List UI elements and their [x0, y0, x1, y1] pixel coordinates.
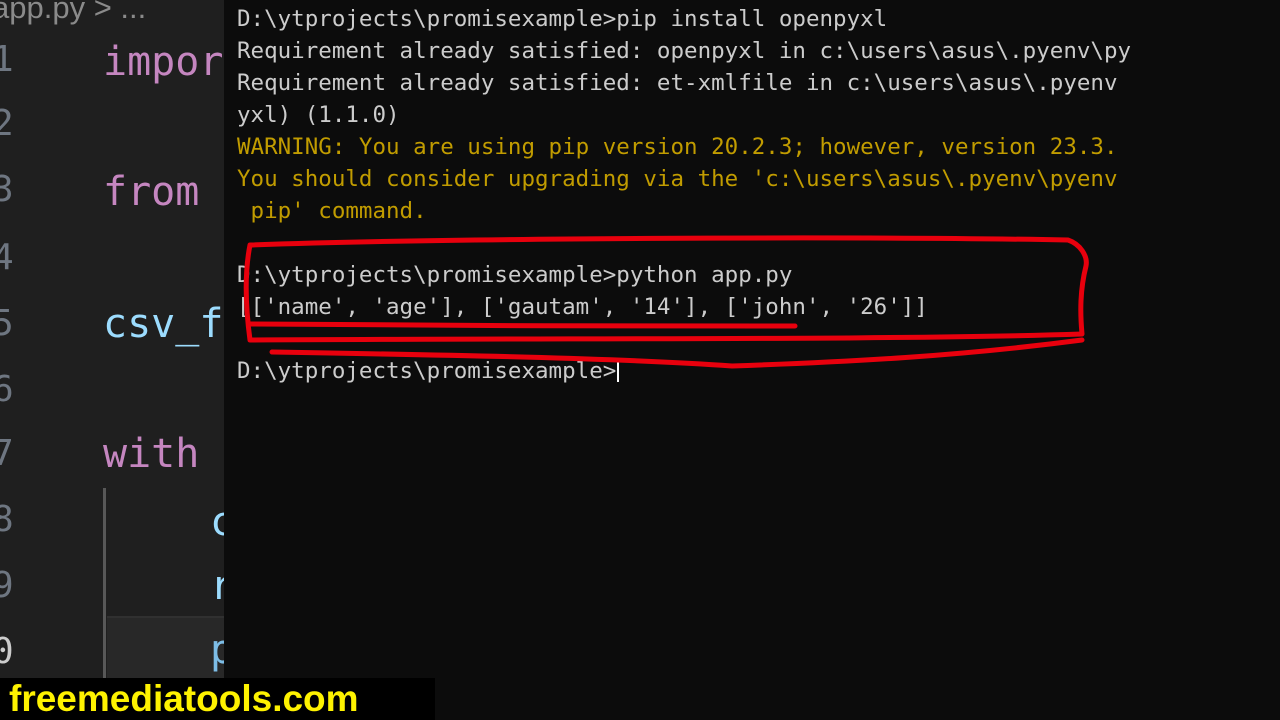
line-number: 6 [0, 369, 14, 410]
terminal-output-line: [['name', 'age'], ['gautam', '14'], ['jo… [237, 294, 928, 320]
terminal-window[interactable]: D:\ytprojects\promisexample>pip install … [224, 0, 1280, 720]
terminal-line: Requirement already satisfied: openpyxl … [237, 38, 1132, 64]
line-number: 1 [0, 39, 14, 80]
code-line[interactable]: p [210, 630, 224, 670]
line-number: 7 [0, 433, 14, 474]
terminal-line: Requirement already satisfied: et-xmlfil… [237, 70, 1118, 96]
editor-breadcrumb[interactable]: app.py > ... [0, 0, 146, 26]
watermark-text: freemediatools.com [9, 678, 359, 719]
code-line[interactable]: c [210, 502, 224, 542]
terminal-prompt: D:\ytprojects\promisexample> [237, 358, 617, 384]
line-number: 8 [0, 499, 14, 540]
indent-guide [103, 488, 106, 678]
terminal-command-line: D:\ytprojects\promisexample>python app.p… [237, 262, 793, 288]
screen: app.py > ... 1 2 3 4 5 6 7 8 9 0 impor f… [0, 0, 1280, 720]
line-number: 5 [0, 303, 14, 344]
terminal-prompt-line[interactable]: D:\ytprojects\promisexample> [237, 355, 620, 387]
line-number: 9 [0, 565, 14, 606]
line-number: 3 [0, 169, 14, 210]
terminal-warning-line: You should consider upgrading via the 'c… [237, 166, 1118, 192]
line-number: 2 [0, 103, 14, 144]
terminal-warning-line: WARNING: You are using pip version 20.2.… [237, 134, 1118, 160]
code-line[interactable]: r [210, 566, 224, 606]
line-number-current: 0 [0, 631, 14, 672]
code-line[interactable]: with [103, 434, 199, 474]
line-number: 4 [0, 237, 14, 278]
terminal-warning-line: pip' command. [237, 198, 427, 224]
watermark-banner: freemediatools.com [0, 678, 435, 720]
current-line-highlight [107, 616, 224, 680]
code-line[interactable]: impor [103, 42, 223, 82]
terminal-line: D:\ytprojects\promisexample>pip install … [237, 6, 888, 32]
code-editor[interactable]: app.py > ... 1 2 3 4 5 6 7 8 9 0 impor f… [0, 0, 224, 720]
text-cursor [617, 358, 620, 382]
terminal-line: yxl) (1.1.0) [237, 102, 400, 128]
code-line[interactable]: csv_f [103, 304, 223, 344]
code-line[interactable]: from [103, 172, 199, 212]
